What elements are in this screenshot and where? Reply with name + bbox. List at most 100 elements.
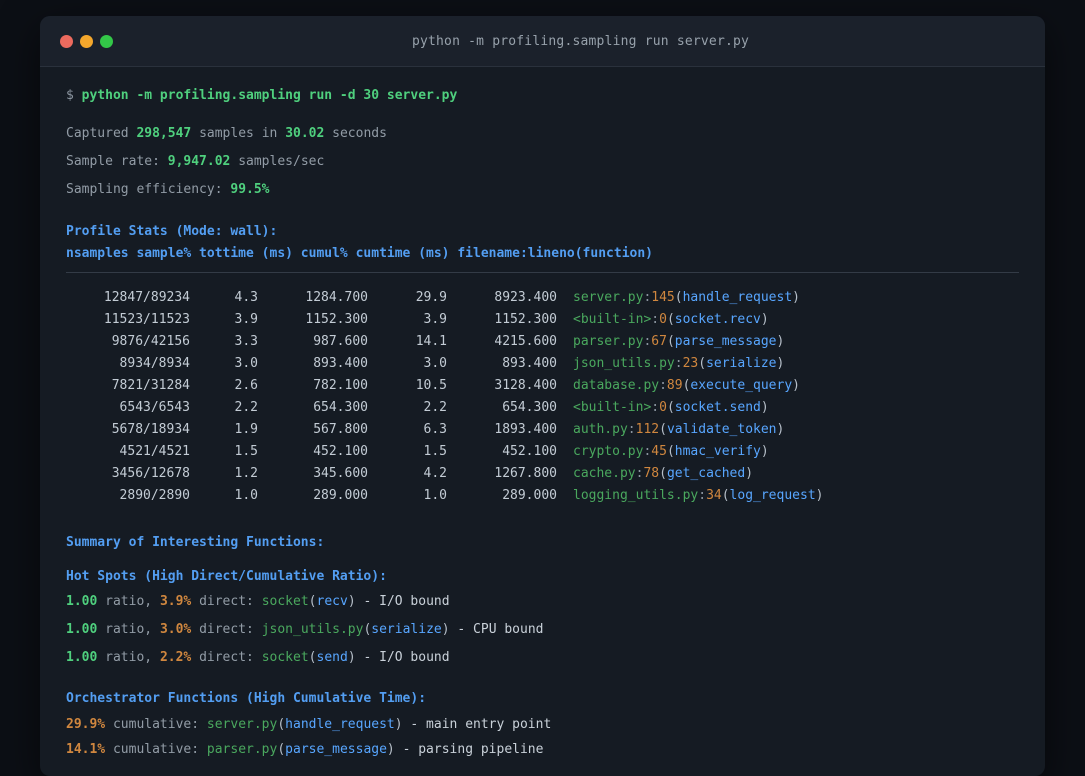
hotspot-note: - I/O bound [363,650,450,665]
cumtime-cell: 452.100 [502,444,557,459]
close-paren: ) [776,334,785,349]
table-row: 9876/42156 3.3 987.600 14.1 4215.600 parser.p… [66,331,1019,353]
cumul-pct-cell: 10.5 [415,378,447,393]
captured-mid-label: samples in [199,126,278,141]
table-row: 7821/31284 2.6 782.100 10.5 3128.400 database… [66,375,1019,397]
colon: : [659,378,667,393]
colon: : [627,422,636,437]
function-name: recv [316,594,348,609]
location-cell: database.py:89(execute_query) [573,375,800,397]
captured-seconds-value: 30.02 [285,126,325,141]
module-name: socket [261,650,309,665]
open-paren: ( [666,334,675,349]
function-name: execute_query [690,378,793,393]
tottime-cell: 1152.300 [305,312,368,327]
close-button[interactable] [60,34,73,48]
close-paren: ) [745,466,754,481]
open-paren: ( [666,312,675,327]
close-paren: ) [776,422,785,437]
function-name: log_request [729,488,816,503]
sample-pct-cell: 1.2 [234,466,258,481]
close-paren: ) [760,400,769,415]
orchestrator-list: 29.9% cumulative: server.py(handle_reque… [66,712,1019,762]
filename: auth.py [573,422,628,437]
direct-pct-value: 3.9% [159,594,192,609]
sample-pct-cell: 3.9 [234,312,258,327]
location-cell: <built-in>:0(socket.send) [573,397,769,419]
lineno: 145 [651,290,675,305]
function-name: serialize [706,356,777,371]
cumul-pct-cell: 3.9 [423,312,447,327]
hotspot-note: - I/O bound [363,594,450,609]
close-paren: ) [776,356,785,371]
lineno: 45 [651,444,667,459]
direct-pct-value: 3.0% [159,622,192,637]
ratio-label: ratio, [105,594,153,609]
lineno: 0 [659,312,667,327]
direct-label: direct: [199,650,254,665]
maximize-button[interactable] [100,34,113,48]
colon: : [674,356,683,371]
close-paren: ) [394,717,403,732]
direct-pct-value: 2.2% [159,650,192,665]
command-text: python -m profiling.sampling run -d 30 s… [81,88,458,103]
open-paren: ( [659,466,667,481]
cumul-pct-cell: 29.9 [415,290,447,305]
module-name: server.py [206,717,278,732]
filename: json_utils.py [573,356,675,371]
window-controls [60,34,136,48]
filename: parser.py [573,334,644,349]
filename: server.py [573,290,644,305]
nsamples-cell: 8934/8934 [119,356,190,371]
close-paren: ) [760,312,769,327]
nsamples-cell: 6543/6543 [119,400,190,415]
cumtime-cell: 893.400 [502,356,557,371]
sample-pct-cell: 2.6 [234,378,258,393]
open-paren: ( [659,422,667,437]
ratio-value: 1.00 [66,650,98,665]
hotspot-line: 1.00 ratio, 3.0% direct: json_utils.py(s… [66,616,1019,644]
captured-line: Captured 298,547 samples in 30.02 second… [66,120,1019,148]
ratio-value: 1.00 [66,622,98,637]
filename: crypto.py [573,444,644,459]
colon: : [698,488,707,503]
lineno: 23 [682,356,699,371]
hotspot-note: - CPU bound [457,622,544,637]
cumtime-cell: 1267.800 [494,466,557,481]
minimize-button[interactable] [80,34,93,48]
location-cell: crypto.py:45(hmac_verify) [573,441,769,463]
close-paren: ) [792,290,800,305]
location-cell: logging_utils.py:34(log_request) [573,485,823,507]
lineno: 78 [643,466,660,481]
filename: database.py [573,378,660,393]
direct-label: direct: [199,594,254,609]
location-cell: <built-in>:0(socket.recv) [573,309,769,331]
cumulative-pct-value: 29.9% [66,717,106,732]
close-paren: ) [792,378,800,393]
open-paren: ( [277,717,286,732]
function-name: handle_request [285,717,395,732]
prompt-symbol: $ [66,88,74,103]
nsamples-cell: 5678/18934 [111,422,190,437]
direct-label: direct: [199,622,254,637]
captured-suffix-label: seconds [332,126,387,141]
cumul-pct-cell: 3.0 [423,356,447,371]
terminal-window: python -m profiling.sampling run server.… [40,16,1045,776]
cumul-pct-cell: 14.1 [415,334,447,349]
colon: : [651,400,660,415]
close-paren: ) [347,650,356,665]
open-paren: ( [666,400,675,415]
function-name: socket.recv [674,312,761,327]
cumul-pct-cell: 1.0 [423,488,447,503]
open-paren: ( [698,356,707,371]
table-row: 5678/18934 1.9 567.800 6.3 1893.400 auth.py:1… [66,419,1019,441]
cumul-pct-cell: 4.2 [423,466,447,481]
captured-label: Captured [66,126,129,141]
colon: : [651,312,660,327]
close-paren: ) [347,594,356,609]
table-row: 2890/2890 1.0 289.000 1.0 289.000 logging_uti… [66,485,1019,507]
location-cell: cache.py:78(get_cached) [573,463,753,485]
window-title: python -m profiling.sampling run server.… [411,33,750,49]
tottime-cell: 289.000 [313,488,368,503]
efficiency-label: Sampling efficiency: [66,182,223,197]
